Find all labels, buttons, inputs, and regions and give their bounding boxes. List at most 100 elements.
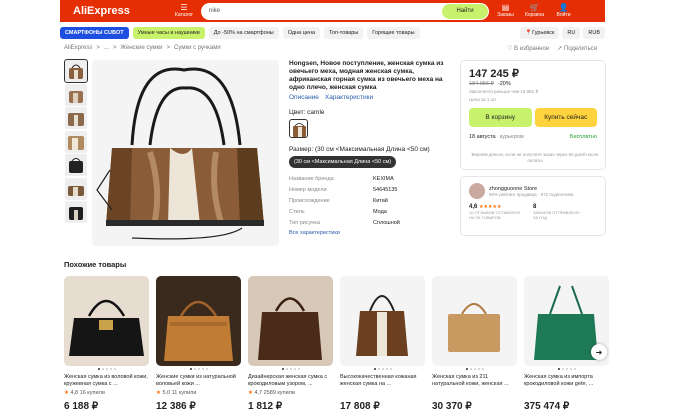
cart-button[interactable]: 🛒 Корзина [522, 2, 547, 20]
promo-pill[interactable]: Одна цена [282, 27, 320, 39]
store-box[interactable]: zhongguoone Store 90% рейтинг продавца ·… [460, 176, 606, 236]
breadcrumb-separator: > [96, 45, 100, 51]
location-button[interactable]: 📍 Гурьевск [520, 27, 560, 39]
thumbnail[interactable] [65, 130, 87, 153]
prop-key: Происхождение [289, 198, 330, 204]
product-card-price: 375 474 ₽ [524, 401, 570, 412]
prop-row: Название бренда KEXIMA [289, 174, 449, 185]
buy-now-button[interactable]: Купить сейчас [534, 108, 597, 127]
orders-label: Заказы [497, 12, 514, 18]
favorite-button[interactable]: ♡ В избранное [507, 45, 549, 52]
old-price: 184 056 ₽ [469, 81, 494, 87]
price-note: Закончится раньше чем 18 981 ₽ [469, 89, 539, 94]
breadcrumb-item[interactable]: ... [104, 45, 109, 51]
product-card[interactable]: Дизайнерская женская сумка с крокодиловы… [248, 276, 333, 412]
thumbnail[interactable] [65, 201, 87, 223]
color-swatch[interactable] [289, 119, 308, 138]
catalog-label: Каталог [174, 12, 194, 18]
product-card-price: 30 370 ₽ [432, 401, 472, 412]
old-price-row: 184 056 ₽ -20% [469, 81, 597, 87]
breadcrumb-separator: > [112, 45, 117, 51]
breadcrumb-item[interactable]: Женские сумки [120, 45, 162, 51]
prop-key: Тип рисунка [289, 220, 320, 226]
breadcrumb-item[interactable]: AliExpress [64, 45, 92, 51]
language-button[interactable]: RU [562, 27, 581, 39]
size-option[interactable]: (30 см <Максимальная Длина <50 см) [289, 156, 397, 168]
login-button[interactable]: 👤 Войти [551, 2, 576, 20]
thumbnail-list [64, 59, 88, 225]
all-characteristics-link[interactable]: Все характеристики [289, 230, 449, 236]
thumbnail[interactable] [65, 177, 87, 200]
product-card-price: 1 812 ₽ [248, 401, 283, 412]
product-card-price: 6 188 ₽ [64, 401, 99, 412]
prop-value: Сплошной [373, 220, 400, 226]
promo-pill[interactable]: Умные часы и наушники [132, 27, 205, 39]
unit-note: Цена за 1 шт [469, 97, 497, 102]
breadcrumb: AliExpress > ... > Женские сумки > Сумки… [64, 45, 221, 51]
product-card[interactable]: Женская сумка из 211 натуральной кожи, ж… [432, 276, 517, 412]
product-card-image [248, 276, 333, 366]
thumbnail[interactable] [64, 59, 88, 83]
search-bar: nike Найти [201, 2, 489, 20]
thumbnail[interactable] [65, 83, 87, 106]
product-card-title: Высококачественная кожаная женская сумка… [340, 374, 417, 387]
prop-key: Стиль [289, 209, 305, 215]
breadcrumb-item[interactable]: Сумки с ручками [174, 45, 221, 51]
rating-value: 4,7 [254, 390, 263, 396]
product-card-rating [340, 390, 425, 397]
login-label: Войти [556, 12, 571, 18]
store-subtitle: 90% рейтинг продавца · 572 подписчика [489, 191, 574, 197]
sold-count: 2589 купили [263, 390, 295, 396]
logo[interactable]: AliExpress [73, 5, 173, 17]
prop-row: Тип рисунка Сплошной [289, 218, 449, 229]
promo-pill[interactable]: Топ-товары [324, 27, 364, 39]
store-rating: 4,6 ★★★★★ 10 ОТЗЫВОВ ОСТАВЛЕНО НА 2K ТОВ… [469, 204, 521, 220]
orders-icon: ▤ [501, 3, 510, 12]
product-card[interactable]: Женская сумка из воловой кожи, кружевная… [64, 276, 149, 412]
product-card-price: 17 808 ₽ [340, 401, 380, 412]
share-icon: ↗ [557, 46, 564, 52]
search-button[interactable]: Найти [442, 3, 488, 19]
share-button[interactable]: ↗ Поделиться [557, 45, 597, 52]
description-link[interactable]: Описание [289, 94, 319, 101]
promo-pill[interactable]: Горящие товары [367, 27, 420, 39]
product-card-rating: ★ 4,7 2589 купили [248, 390, 333, 397]
favorite-label: В избранное [514, 46, 550, 52]
cart-icon: 🛒 [529, 3, 540, 12]
product-card-image [340, 276, 425, 366]
add-to-cart-button[interactable]: В корзину [469, 108, 532, 127]
sold-count: 11 купили [171, 390, 197, 396]
search-input[interactable]: nike [209, 8, 220, 14]
product-card-rating [524, 390, 609, 397]
promo-pill[interactable]: СМАРТФОНЫ CUBOT [60, 27, 129, 39]
return-note: Вернём деньги, если не получите заказ че… [471, 152, 599, 163]
carousel-next-icon[interactable]: ➜ [591, 344, 607, 360]
login-icon: 👤 [558, 3, 569, 12]
product-card-title: Женская сумка из воловой кожи, кружевная… [64, 374, 148, 387]
catalog-button[interactable]: ☰ Каталог [173, 2, 195, 20]
product-card-title: Дизайнерская женская сумка с крокодиловы… [248, 374, 328, 387]
thumbnail[interactable] [65, 154, 87, 176]
delivery-row[interactable]: 18 августа курьером Бесплатно [469, 134, 597, 140]
similar-products: Женская сумка из воловой кожи, кружевная… [64, 276, 609, 412]
product-card-title: Женские сумки из натуральной воловьей ко… [156, 374, 236, 387]
currency-button[interactable]: RUB [583, 27, 605, 39]
page-actions: ♡ В избранное ↗ Поделиться [507, 45, 597, 52]
location-icon: 📍 [525, 30, 533, 36]
thumbnail[interactable] [65, 107, 87, 129]
location-label: Гурьевск [532, 30, 555, 36]
promo-pill[interactable]: До -50% на смартфоны [208, 27, 279, 39]
sold-count: 16 купили [79, 390, 105, 396]
product-card[interactable]: Женские сумки из натуральной воловьей ко… [156, 276, 241, 412]
product-card[interactable]: Высококачественная кожаная женская сумка… [340, 276, 425, 412]
product-info: Hongsen, Новое поступление, женская сумк… [289, 60, 449, 236]
orders-desc: ЗАКАЗОВ ОТПРАВЛЕНО ЗА ГОД [533, 210, 580, 220]
main-product-image[interactable] [92, 60, 279, 246]
product-card-price: 12 386 ₽ [156, 401, 196, 412]
orders-button[interactable]: ▤ Заказы [493, 2, 518, 20]
promo-nav: СМАРТФОНЫ CUBOT Умные часы и наушники До… [60, 26, 605, 40]
characteristics-link[interactable]: Характеристики [325, 94, 373, 101]
prop-value: Китай [373, 198, 388, 204]
product-card-rating: ★ 5,0 11 купили [156, 390, 241, 397]
prop-key: Номер модели [289, 187, 327, 193]
